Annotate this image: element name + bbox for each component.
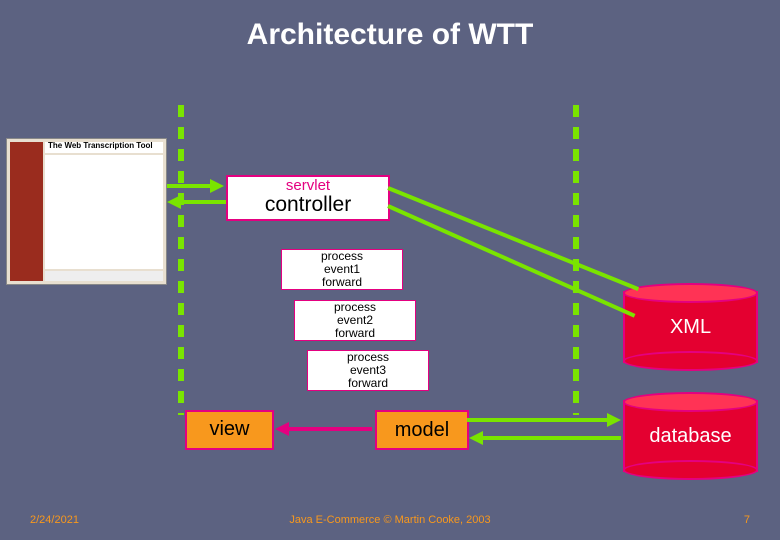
arrow-response xyxy=(179,200,226,204)
footer-credit: Java E-Commerce © Martin Cooke, 2003 xyxy=(0,514,780,526)
view-box: view xyxy=(185,410,274,450)
arrow-ctrl-xml-1 xyxy=(387,186,639,291)
database-cylinder: database xyxy=(623,392,758,480)
forward-label: forward xyxy=(295,327,415,340)
event-box-3: process event3 forward xyxy=(307,350,429,391)
controller-box: servlet controller xyxy=(226,175,390,221)
controller-label: controller xyxy=(228,195,388,215)
arrow-ctrl-xml-2 xyxy=(387,204,635,317)
model-box: model xyxy=(375,410,469,450)
wtt-screenshot: The Web Transcription Tool xyxy=(6,138,167,285)
screenshot-banner: The Web Transcription Tool xyxy=(45,142,163,153)
arrow-model-db-1-head xyxy=(607,413,621,427)
arrow-model-db-2 xyxy=(481,436,621,440)
arrow-response-head xyxy=(167,195,181,209)
arrow-model-view xyxy=(287,427,372,431)
tier-divider-1 xyxy=(178,105,184,415)
event-box-1: process event1 forward xyxy=(281,249,403,290)
footer-page: 7 xyxy=(744,514,750,526)
arrow-model-db-2-head xyxy=(469,431,483,445)
forward-label: forward xyxy=(308,377,428,390)
xml-cylinder: XML xyxy=(623,283,758,371)
slide-title: Architecture of WTT xyxy=(0,18,780,52)
arrow-model-db-1 xyxy=(467,418,609,422)
database-label: database xyxy=(623,392,758,480)
arrow-request-head xyxy=(210,179,224,193)
event-box-2: process event2 forward xyxy=(294,300,416,341)
xml-label: XML xyxy=(623,283,758,371)
arrow-model-view-head xyxy=(275,422,289,436)
forward-label: forward xyxy=(282,276,402,289)
arrow-request xyxy=(167,184,212,188)
